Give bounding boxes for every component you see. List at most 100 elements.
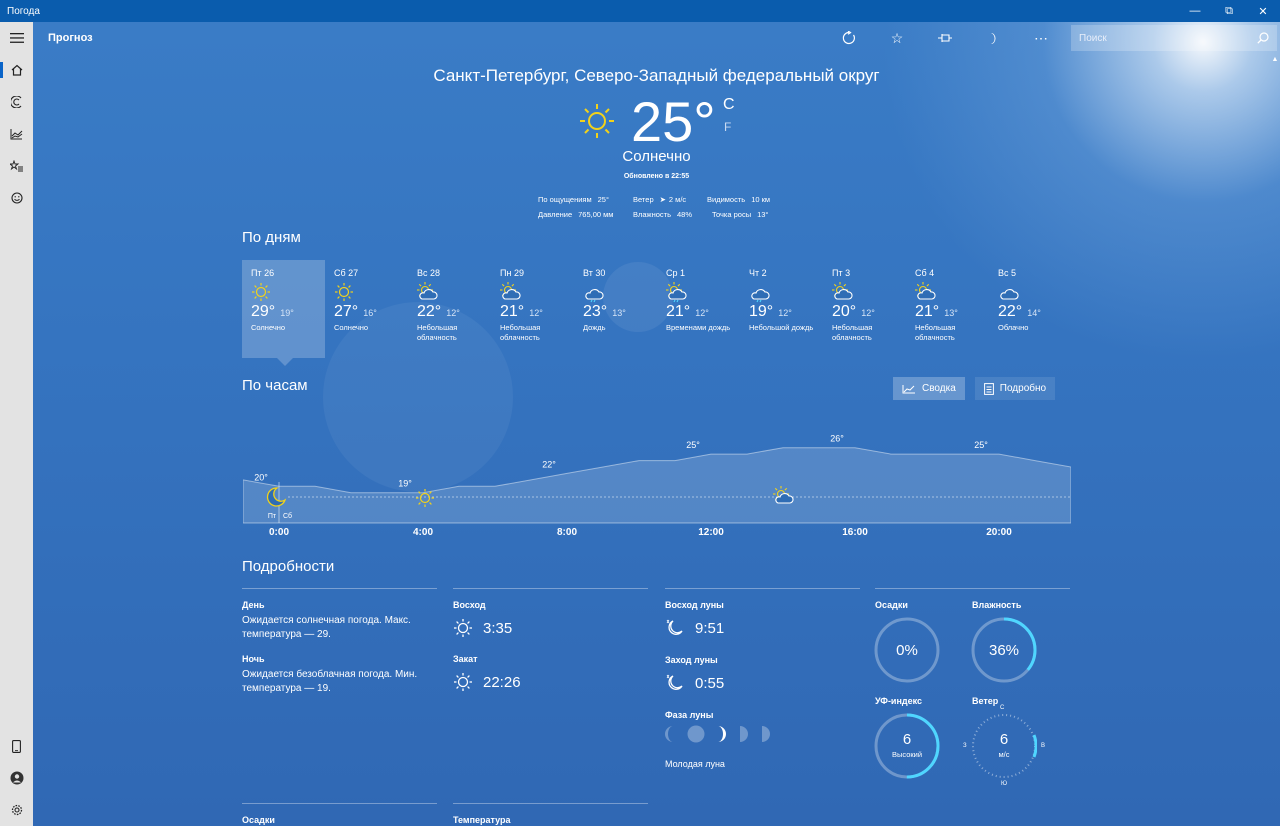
moonrise-icon (666, 619, 683, 635)
feedback-smiley-icon[interactable] (0, 182, 33, 214)
wind-value: 2 м/с (668, 195, 687, 204)
rain-icon (583, 282, 657, 303)
search-icon[interactable] (1257, 32, 1269, 44)
uv-label: УФ-индекс (875, 696, 923, 706)
moonset-row: 0:55 (665, 673, 724, 693)
sun-rain-icon (666, 282, 740, 303)
day-name: Вс 5 (998, 268, 1017, 278)
hour-label: 8:00 (556, 527, 578, 538)
divider (242, 803, 437, 804)
close-button[interactable]: ✕ (1246, 0, 1280, 22)
settings-gear-icon[interactable] (0, 794, 33, 826)
detail-view-button[interactable]: Подробно (974, 377, 1056, 400)
refresh-icon[interactable] (825, 22, 873, 54)
sunrise-row: 3:35 (453, 618, 512, 638)
day-condition: Небольшой дождь (749, 323, 814, 332)
historical-weather-icon[interactable] (0, 118, 33, 150)
hamburger-menu-icon[interactable] (0, 22, 33, 54)
day-label: День (242, 600, 265, 610)
new-moon-icon (687, 725, 705, 743)
moonset-label: Заход луны (665, 655, 718, 665)
phone-icon[interactable] (0, 730, 33, 762)
compass-north: С (1000, 705, 1005, 711)
waning-crescent-icon (665, 726, 673, 742)
sunrise-time: 3:35 (483, 619, 513, 637)
maps-icon[interactable] (0, 86, 33, 118)
dew-point-value: 13° (757, 210, 769, 219)
divider (453, 588, 648, 589)
main-content: Прогноз ☆ ⋯ Поиск ▲ Санкт-Петербург, Сев… (33, 22, 1280, 826)
summary-view-button[interactable]: Сводка (893, 377, 965, 400)
minimize-button[interactable]: — (1178, 0, 1212, 22)
day-name: Вс 28 (417, 268, 441, 278)
day-high-temp: 27° (334, 303, 359, 320)
account-avatar-icon[interactable] (0, 762, 33, 794)
pin-icon[interactable] (921, 22, 969, 54)
humidity-label: Влажность (633, 210, 671, 219)
moon-phase-strip (665, 725, 771, 743)
search-box[interactable]: Поиск (1071, 25, 1277, 51)
day-name: Сб 4 (915, 268, 935, 278)
night-mode-moon-icon[interactable] (969, 22, 1017, 54)
divider (665, 588, 860, 589)
left-nav-rail (0, 22, 33, 826)
day-marker-label: Сб (283, 512, 292, 520)
wind-gauge-value: 6 (999, 731, 1009, 748)
hourly-temp-label: 20° (254, 472, 268, 482)
day-low-temp: 16° (363, 308, 377, 318)
day-card[interactable]: Пн 29 21° 12° Небольшая облачность (491, 260, 574, 358)
day-card[interactable]: Вс 28 22° 12° Небольшая облачность (408, 260, 491, 358)
day-high-temp: 22° (998, 303, 1023, 320)
day-condition: Небольшая облачность (500, 323, 541, 342)
day-high-temp: 20° (832, 303, 857, 320)
day-low-temp: 19° (280, 308, 294, 318)
scroll-up-arrow[interactable]: ▲ (1270, 56, 1280, 63)
sun-icon (251, 282, 325, 302)
window-title: Погода (7, 5, 40, 17)
day-card[interactable]: Пт 26 29° 19° Солнечно (242, 260, 325, 366)
day-condition: Небольшая облачность (417, 323, 458, 342)
favorites-list-icon[interactable] (0, 150, 33, 182)
unit-celsius-toggle[interactable]: C (723, 96, 735, 114)
home-icon[interactable] (0, 54, 33, 86)
wind-label: Ветер (633, 195, 654, 204)
search-input[interactable]: Поиск (1079, 33, 1107, 44)
day-marker-label: Пт (268, 513, 277, 520)
document-icon (983, 382, 994, 395)
day-low-temp: 12° (446, 308, 460, 318)
updated-time: Обновлено в 22:55 (623, 173, 690, 180)
more-options-icon[interactable]: ⋯ (1017, 22, 1065, 54)
current-temperature: 25° (631, 90, 716, 153)
day-card[interactable]: Сб 27 27° 16° Солнечно (325, 260, 408, 358)
day-card[interactable]: Сб 4 21° 13° Небольшая облачность (906, 260, 989, 358)
day-card[interactable]: Вс 5 22° 14° Облачно (989, 260, 1072, 358)
hour-label: 12:00 (698, 527, 724, 538)
temperature-area (243, 447, 1071, 524)
cloud-icon (998, 282, 1072, 302)
bottom-temperature-label: Температура (453, 815, 511, 825)
waxing-crescent-icon (718, 726, 726, 742)
day-name: Чт 2 (749, 268, 767, 278)
day-name: Сб 27 (334, 268, 359, 278)
day-card[interactable]: Ср 1 21° 12° Временами дождь (657, 260, 740, 358)
day-high-temp: 21° (915, 303, 940, 320)
day-card[interactable]: Пт 3 20° 12° Небольшая облачность (823, 260, 906, 358)
day-high-temp: 21° (500, 303, 525, 320)
detail-view-label: Подробно (999, 383, 1047, 394)
day-name: Вт 30 (583, 268, 606, 278)
hour-label: 16:00 (842, 527, 868, 538)
day-card[interactable]: Вт 30 23° 13° Дождь (574, 260, 657, 358)
restore-button[interactable]: ⧉ (1212, 0, 1246, 22)
day-name: Ср 1 (666, 268, 686, 278)
unit-fahrenheit-toggle[interactable]: F (724, 120, 731, 134)
chart-icon (902, 384, 915, 393)
partly-cloudy-icon (500, 282, 574, 302)
day-low-temp: 14° (1027, 308, 1041, 318)
wind-gauge-label: Ветер (972, 696, 999, 706)
moonset-time: 0:55 (695, 674, 725, 692)
favorite-star-icon[interactable]: ☆ (873, 22, 921, 54)
day-high-temp: 19° (749, 303, 774, 320)
location-name: Санкт-Петербург, Северо-Западный федерал… (433, 66, 880, 85)
day-card[interactable]: Чт 2 19° 12° Небольшой дождь (740, 260, 823, 358)
feels-like-label: По ощущениям (538, 195, 592, 204)
